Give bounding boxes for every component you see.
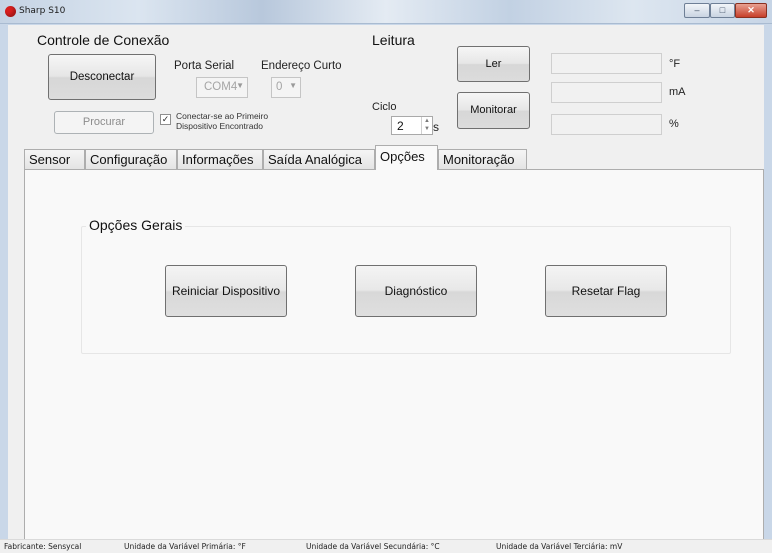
reset-flag-button[interactable]: Resetar Flag bbox=[545, 265, 667, 317]
serial-port-select[interactable]: COM4 ▼ bbox=[196, 77, 248, 98]
read-button[interactable]: Ler bbox=[457, 46, 530, 82]
close-button[interactable]: ✕ bbox=[735, 3, 767, 18]
monitor-button[interactable]: Monitorar bbox=[457, 92, 530, 129]
general-options-title: Opções Gerais bbox=[86, 217, 186, 233]
tab-sensor[interactable]: Sensor bbox=[24, 149, 85, 169]
disconnect-button[interactable]: Desconectar bbox=[48, 54, 156, 100]
status-tertiary-unit: Unidade da Variável Terciária: mV bbox=[496, 542, 623, 551]
cycle-spinner[interactable]: 2 ▲ ▼ bbox=[391, 116, 433, 135]
unit-label-percent: % bbox=[669, 118, 679, 130]
chevron-down-icon: ▼ bbox=[289, 81, 297, 90]
app-icon bbox=[5, 6, 16, 17]
cycle-value: 2 bbox=[397, 119, 404, 133]
status-bar: Fabricante: Sensycal Unidade da Variável… bbox=[0, 539, 772, 553]
unit-label-primary: °F bbox=[669, 58, 681, 70]
serial-port-label: Porta Serial bbox=[174, 60, 235, 72]
status-secondary-unit: Unidade da Variável Secundária: °C bbox=[306, 542, 440, 551]
minimize-button[interactable]: – bbox=[684, 3, 710, 18]
status-manufacturer: Fabricante: Sensycal bbox=[4, 542, 82, 551]
diagnostic-button[interactable]: Diagnóstico bbox=[355, 265, 477, 317]
search-button[interactable]: Procurar bbox=[54, 111, 154, 134]
tab-configuracao[interactable]: Configuração bbox=[85, 149, 177, 169]
serial-port-value: COM4 bbox=[204, 81, 238, 93]
tab-saida-analogica[interactable]: Saída Analógica bbox=[263, 149, 375, 169]
short-address-label: Endereço Curto bbox=[261, 60, 342, 72]
reading-group-title: Leitura bbox=[372, 32, 415, 48]
options-tab-panel: Opções Gerais Reiniciar Dispositivo Diag… bbox=[24, 169, 764, 543]
application-window: Sharp S10 – □ ✕ Controle de Conexão Desc… bbox=[0, 0, 772, 553]
maximize-button[interactable]: □ bbox=[710, 3, 735, 18]
restart-device-button[interactable]: Reiniciar Dispositivo bbox=[165, 265, 287, 317]
unit-label-current: mA bbox=[669, 86, 686, 98]
cycle-unit-label: s bbox=[433, 120, 439, 134]
tab-informacoes[interactable]: Informações bbox=[177, 149, 263, 169]
short-address-select[interactable]: 0 ▼ bbox=[271, 77, 301, 98]
client-area: Controle de Conexão Desconectar Procurar… bbox=[8, 25, 764, 545]
reading-value-percent bbox=[551, 114, 662, 135]
reading-value-primary bbox=[551, 53, 662, 74]
connection-group-title: Controle de Conexão bbox=[37, 32, 170, 48]
spinner-arrows-icon[interactable]: ▲ ▼ bbox=[421, 117, 432, 134]
cycle-label: Ciclo bbox=[372, 101, 397, 113]
tab-monitoracao[interactable]: Monitoração bbox=[438, 149, 527, 169]
title-bar[interactable]: Sharp S10 – □ ✕ bbox=[0, 0, 772, 24]
tab-opcoes[interactable]: Opções bbox=[375, 145, 438, 170]
short-address-value: 0 bbox=[276, 81, 283, 93]
status-primary-unit: Unidade da Variável Primária: °F bbox=[124, 542, 246, 551]
reading-value-current bbox=[551, 82, 662, 103]
window-title: Sharp S10 bbox=[19, 6, 66, 16]
chevron-down-icon: ▼ bbox=[236, 81, 244, 90]
connect-first-checkbox[interactable]: ✓ bbox=[160, 114, 171, 125]
connect-first-label: Conectar-se ao Primeiro Dispositivo Enco… bbox=[176, 111, 269, 131]
